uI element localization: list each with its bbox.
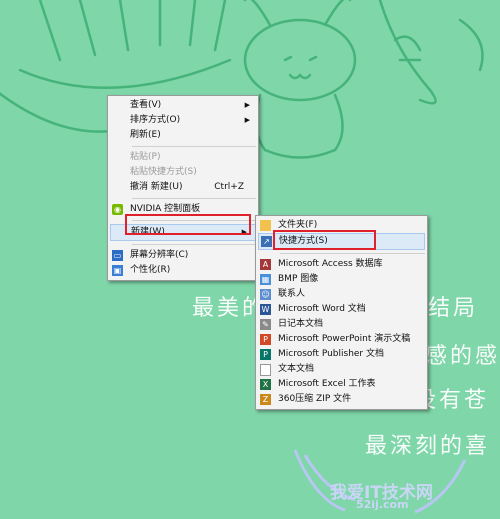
menu-item-label: 360压缩 ZIP 文件: [278, 394, 352, 404]
menu-item-label: 粘贴(P): [130, 152, 161, 162]
submenu-item-publisher[interactable]: P Microsoft Publisher 文档: [256, 347, 427, 362]
menu-separator: [132, 198, 256, 199]
submenu-item-shortcut[interactable]: ↗ 快捷方式(S): [258, 233, 425, 250]
menu-item-label: Microsoft Word 文档: [278, 304, 366, 314]
menu-item-view[interactable]: 查看(V) ▶: [108, 98, 258, 113]
menu-item-resolution[interactable]: ▭ 屏幕分辨率(C): [108, 248, 258, 263]
word-icon: W: [260, 304, 271, 315]
menu-item-label: 文本文档: [278, 364, 315, 374]
menu-item-label: Microsoft Excel 工作表: [278, 379, 376, 389]
menu-item-label: 撤消 新建(U): [130, 182, 183, 192]
menu-item-undo[interactable]: 撤消 新建(U) Ctrl+Z: [108, 180, 258, 195]
submenu-item-folder[interactable]: 文件夹(F): [256, 218, 427, 233]
menu-item-label: 联系人: [278, 289, 306, 299]
menu-item-label: BMP 图像: [278, 274, 319, 284]
menu-separator: [132, 146, 256, 147]
wallpaper-text-2: 结局: [428, 296, 479, 321]
menu-item-label: 刷新(E): [130, 130, 161, 140]
publisher-icon: P: [260, 349, 271, 360]
watermark-url: 52ij.com: [356, 498, 409, 511]
menu-item-new[interactable]: 新建(W) ▶: [110, 224, 256, 241]
submenu-item-word[interactable]: W Microsoft Word 文档: [256, 302, 427, 317]
wallpaper-text-3: 感的感: [425, 344, 500, 369]
text-icon: [260, 364, 271, 376]
submenu-item-contact[interactable]: ☺ 联系人: [256, 287, 427, 302]
bmp-icon: ▦: [260, 274, 271, 285]
menu-item-label: Microsoft PowerPoint 演示文稿: [278, 334, 411, 344]
zip-icon: Z: [260, 394, 271, 405]
menu-item-nvidia[interactable]: ◉ NVIDIA 控制面板: [108, 202, 258, 217]
menu-item-label: 个性化(R): [130, 265, 171, 275]
menu-item-paste-shortcut[interactable]: 粘贴快捷方式(S): [108, 165, 258, 180]
submenu-item-zip[interactable]: Z 360压缩 ZIP 文件: [256, 392, 427, 407]
personalize-icon: ▣: [112, 265, 123, 276]
menu-item-sort[interactable]: 排序方式(O) ▶: [108, 113, 258, 128]
nvidia-icon: ◉: [112, 204, 123, 215]
submenu-item-journal[interactable]: ✎ 日记本文档: [256, 317, 427, 332]
menu-item-label: 排序方式(O): [130, 115, 181, 125]
menu-item-label: 文件夹(F): [278, 220, 318, 230]
menu-item-label: Microsoft Access 数据库: [278, 259, 383, 269]
shortcut-label: Ctrl+Z: [214, 182, 244, 192]
menu-item-label: 新建(W): [131, 227, 165, 237]
submenu-item-access[interactable]: A Microsoft Access 数据库: [256, 257, 427, 272]
menu-item-label: Microsoft Publisher 文档: [278, 349, 384, 359]
submenu-item-text[interactable]: 文本文档: [256, 362, 427, 377]
menu-item-label: 快捷方式(S): [279, 236, 328, 246]
menu-separator: [280, 253, 425, 254]
menu-item-refresh[interactable]: 刷新(E): [108, 128, 258, 143]
excel-icon: X: [260, 379, 271, 390]
desktop-context-menu: 查看(V) ▶ 排序方式(O) ▶ 刷新(E) 粘贴(P) 粘贴快捷方式(S) 撤消…: [107, 95, 259, 281]
submenu-arrow-icon: ▶: [241, 228, 247, 236]
submenu-item-bmp[interactable]: ▦ BMP 图像: [256, 272, 427, 287]
shortcut-icon: ↗: [261, 236, 272, 247]
menu-separator: [132, 220, 256, 221]
contact-icon: ☺: [260, 289, 271, 300]
menu-item-personalize[interactable]: ▣ 个性化(R): [108, 263, 258, 278]
menu-item-label: 日记本文档: [278, 319, 324, 329]
menu-item-label: 查看(V): [130, 100, 162, 110]
menu-separator: [132, 244, 256, 245]
submenu-arrow-icon: ▶: [244, 101, 250, 109]
new-submenu: 文件夹(F) ↗ 快捷方式(S) A Microsoft Access 数据库 …: [255, 215, 428, 410]
submenu-arrow-icon: ▶: [244, 116, 250, 124]
menu-item-label: NVIDIA 控制面板: [130, 204, 201, 214]
display-icon: ▭: [112, 250, 123, 261]
folder-icon: [260, 220, 271, 231]
menu-item-paste[interactable]: 粘贴(P): [108, 150, 258, 165]
menu-item-label: 屏幕分辨率(C): [130, 250, 189, 260]
submenu-item-excel[interactable]: X Microsoft Excel 工作表: [256, 377, 427, 392]
access-icon: A: [260, 259, 271, 270]
submenu-item-powerpoint[interactable]: P Microsoft PowerPoint 演示文稿: [256, 332, 427, 347]
journal-icon: ✎: [260, 319, 271, 330]
powerpoint-icon: P: [260, 334, 271, 345]
menu-item-label: 粘贴快捷方式(S): [130, 167, 197, 177]
